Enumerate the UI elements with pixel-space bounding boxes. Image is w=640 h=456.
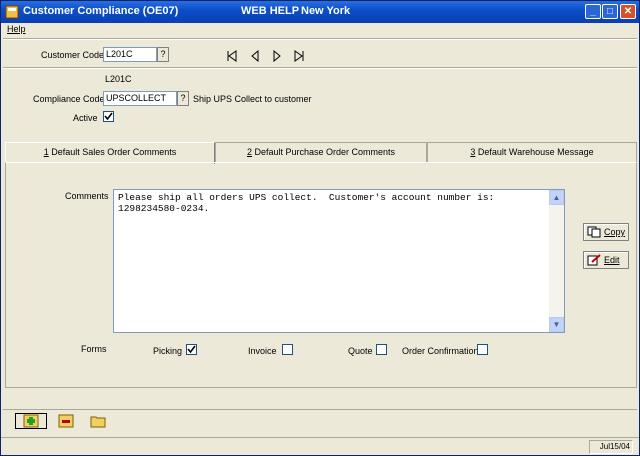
close-button[interactable]: ✕ xyxy=(620,4,636,19)
quote-checkbox[interactable] xyxy=(376,344,387,355)
minimize-button[interactable]: _ xyxy=(585,4,601,19)
compliance-window: Customer Compliance (OE07) WEB HELP New … xyxy=(0,0,640,456)
tab-sales-order-comments[interactable]: 1 Default Sales Order Comments xyxy=(5,142,215,164)
picking-label: Picking xyxy=(153,346,183,356)
copy-icon xyxy=(587,226,601,238)
status-bar: Jul15/04 xyxy=(1,437,639,455)
tab-purchase-order-comments[interactable]: 2 Default Purchase Order Comments xyxy=(215,142,427,162)
folder-icon[interactable] xyxy=(89,413,107,429)
header-separator xyxy=(3,67,637,69)
add-record-icon[interactable] xyxy=(15,413,47,429)
comments-scrollbar[interactable]: ▲ ▼ xyxy=(549,190,564,332)
menu-bar: Help xyxy=(1,23,639,37)
invoice-label: Invoice xyxy=(248,346,277,356)
minimize-icon: _ xyxy=(590,6,596,17)
comments-textarea[interactable]: Please ship all orders UPS collect. Cust… xyxy=(113,189,565,333)
edit-button[interactable]: Edit xyxy=(583,251,629,269)
forms-label: Forms xyxy=(81,344,107,354)
comments-label: Comments xyxy=(65,191,109,201)
checkmark-icon xyxy=(104,112,113,121)
active-checkbox[interactable] xyxy=(103,111,114,122)
app-icon xyxy=(5,5,19,19)
compliance-description: Ship UPS Collect to customer xyxy=(193,94,312,104)
edit-icon xyxy=(587,254,601,266)
order-confirmation-checkbox[interactable] xyxy=(477,344,488,355)
customer-code-input[interactable]: L201C xyxy=(103,47,157,62)
maximize-button[interactable]: □ xyxy=(602,4,618,19)
tab-strip: 1 Default Sales Order Comments 2 Default… xyxy=(5,142,637,164)
previous-record-icon[interactable] xyxy=(248,49,262,63)
menu-separator xyxy=(3,38,637,40)
first-record-icon[interactable] xyxy=(225,49,239,63)
maximize-icon: □ xyxy=(606,6,614,17)
compliance-code-label: Compliance Code xyxy=(33,94,105,104)
next-record-icon[interactable] xyxy=(270,49,284,63)
edit-button-label: Edit xyxy=(604,255,620,265)
customer-lookup-button[interactable]: ? xyxy=(157,47,169,62)
tab-warehouse-message[interactable]: 3 Default Warehouse Message xyxy=(427,142,637,162)
menu-help[interactable]: Help xyxy=(7,24,26,34)
last-record-icon[interactable] xyxy=(292,49,306,63)
scroll-down-icon[interactable]: ▼ xyxy=(549,317,564,332)
delete-record-icon[interactable] xyxy=(57,413,75,429)
checkmark-icon xyxy=(187,345,196,354)
tab-label: Default Sales Order Comments xyxy=(48,147,177,157)
scroll-up-icon[interactable]: ▲ xyxy=(549,190,564,205)
active-label: Active xyxy=(73,113,98,123)
tab-label: Default Warehouse Message xyxy=(475,147,594,157)
copy-button[interactable]: Copy xyxy=(583,223,629,241)
copy-button-label: Copy xyxy=(604,227,626,237)
window-title: Customer Compliance (OE07) xyxy=(23,5,179,17)
compliance-code-input[interactable]: UPSCOLLECT xyxy=(103,91,177,106)
invoice-checkbox[interactable] xyxy=(282,344,293,355)
customer-code-label: Customer Code xyxy=(41,50,105,60)
status-date: Jul15/04 xyxy=(589,440,633,454)
close-icon: ✕ xyxy=(623,6,633,17)
web-help-text: WEB HELP xyxy=(241,5,300,17)
title-bar[interactable]: Customer Compliance (OE07) WEB HELP New … xyxy=(1,1,639,23)
customer-name: L201C xyxy=(105,74,132,84)
tab-label: Default Purchase Order Comments xyxy=(251,147,396,157)
picking-checkbox[interactable] xyxy=(186,344,197,355)
quote-label: Quote xyxy=(348,346,373,356)
location-text: New York xyxy=(301,5,351,17)
order-confirmation-label: Order Confirmation xyxy=(402,346,479,356)
compliance-lookup-button[interactable]: ? xyxy=(177,91,189,106)
